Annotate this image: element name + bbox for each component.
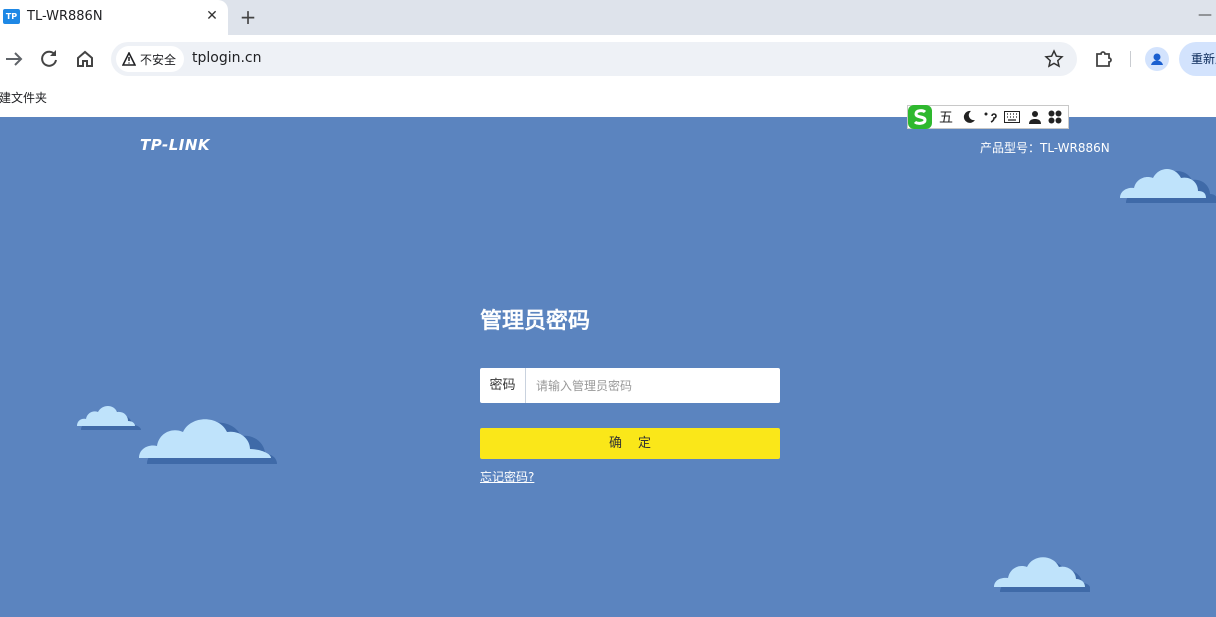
security-label: 不安全 bbox=[140, 52, 177, 67]
security-indicator[interactable]: 不安全 bbox=[116, 46, 185, 72]
confirm-button[interactable]: 确定 bbox=[480, 428, 780, 459]
minimize-icon[interactable]: — bbox=[1198, 7, 1216, 25]
ime-toolbar: 五 bbox=[907, 105, 1069, 129]
login-title: 管理员密码 bbox=[480, 309, 591, 334]
toolbar-divider bbox=[1130, 51, 1131, 67]
user-icon[interactable] bbox=[1028, 110, 1042, 124]
password-label: 密码 bbox=[480, 368, 526, 403]
url-text[interactable]: tplogin.cn bbox=[192, 50, 262, 66]
password-input[interactable] bbox=[527, 368, 780, 403]
browser-tab[interactable]: TP TL-WR886N ✕ bbox=[0, 0, 228, 35]
address-bar[interactable]: 不安全 tplogin.cn bbox=[111, 42, 1077, 76]
forgot-password-link[interactable]: 忘记密码? bbox=[480, 468, 534, 485]
sogou-logo-icon[interactable] bbox=[906, 103, 934, 131]
password-field: 密码 bbox=[480, 368, 780, 403]
tp-link-favicon-icon: TP bbox=[3, 9, 20, 24]
moon-icon[interactable] bbox=[962, 110, 976, 124]
product-model: 产品型号：TL-WR886N bbox=[980, 141, 1110, 155]
punctuation-icon[interactable] bbox=[983, 110, 997, 124]
warning-icon bbox=[122, 52, 136, 66]
reload-icon[interactable] bbox=[37, 47, 61, 71]
bookmark-star-icon[interactable] bbox=[1044, 49, 1064, 69]
new-tab-button[interactable]: + bbox=[237, 6, 259, 28]
cloud-decoration bbox=[994, 557, 1090, 592]
browser-toolbar: 不安全 tplogin.cn 重新启动 bbox=[0, 35, 1216, 83]
cloud-decoration bbox=[139, 419, 277, 464]
tab-title: TL-WR886N bbox=[27, 9, 103, 24]
extensions-icon[interactable] bbox=[1093, 47, 1115, 69]
toolbox-icon[interactable] bbox=[1048, 110, 1062, 124]
tab-bar: TP TL-WR886N ✕ + — bbox=[0, 0, 1216, 35]
forward-arrow-icon[interactable] bbox=[2, 47, 26, 71]
tab-close-icon[interactable]: ✕ bbox=[203, 7, 221, 25]
home-icon[interactable] bbox=[73, 47, 97, 71]
relaunch-button[interactable]: 重新启动 bbox=[1179, 42, 1216, 76]
tp-link-logo: TP-LINK bbox=[140, 136, 211, 154]
keyboard-icon[interactable] bbox=[1004, 111, 1020, 123]
cloud-decoration bbox=[77, 406, 141, 430]
ime-mode[interactable]: 五 bbox=[939, 109, 953, 127]
bookmark-folder[interactable]: 新建文件夹 bbox=[0, 89, 47, 106]
profile-avatar-icon[interactable] bbox=[1145, 47, 1169, 71]
router-login-page: TP-LINK 产品型号：TL-WR886N 管理员密码 密码 确定 忘记密码? bbox=[0, 117, 1216, 617]
cloud-decoration bbox=[1120, 169, 1216, 203]
